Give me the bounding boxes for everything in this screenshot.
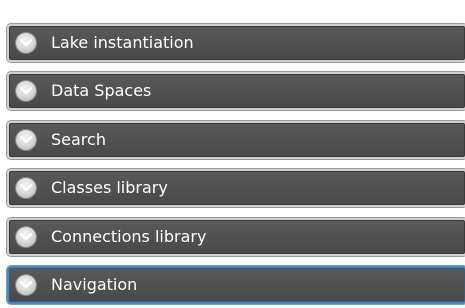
- accordion-item-search[interactable]: Search: [7, 121, 465, 159]
- chevron-down-icon[interactable]: [16, 227, 36, 247]
- accordion-item-lake-instantiation[interactable]: Lake instantiation: [7, 24, 465, 62]
- accordion-item-navigation[interactable]: Navigation: [7, 266, 465, 304]
- accordion-item-classes-library[interactable]: Classes library: [7, 169, 465, 207]
- accordion-item-data-spaces[interactable]: Data Spaces: [7, 72, 465, 110]
- chevron-down-icon[interactable]: [16, 275, 36, 295]
- accordion-item-connections-library[interactable]: Connections library: [7, 218, 465, 256]
- chevron-down-icon[interactable]: [16, 178, 36, 198]
- accordion-item-label: Classes library: [51, 178, 168, 197]
- chevron-down-icon[interactable]: [16, 81, 36, 101]
- accordion-item-label: Navigation: [51, 275, 138, 294]
- accordion-item-label: Search: [51, 130, 106, 149]
- chevron-down-icon[interactable]: [16, 33, 36, 53]
- accordion-panel: Lake instantiation Data Spaces Search Cl…: [0, 0, 465, 308]
- accordion-item-label: Data Spaces: [51, 81, 152, 100]
- chevron-down-icon[interactable]: [16, 130, 36, 150]
- accordion-item-label: Lake instantiation: [51, 33, 194, 52]
- accordion-item-label: Connections library: [51, 227, 207, 246]
